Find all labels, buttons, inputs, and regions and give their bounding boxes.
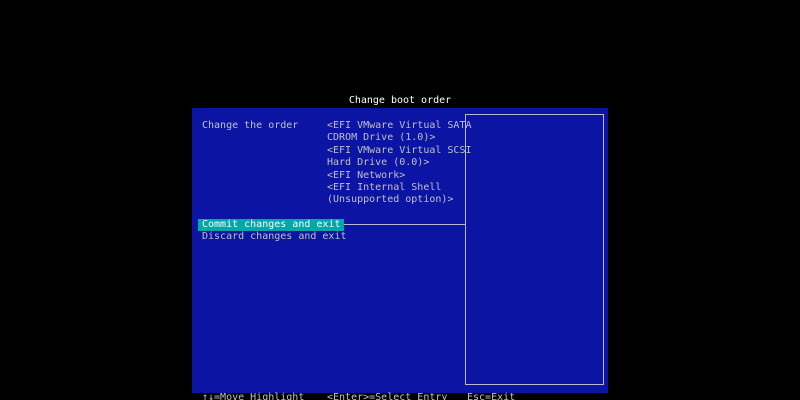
- page-title: Change boot order: [348, 95, 452, 106]
- boot-option-line[interactable]: <EFI Internal Shell: [327, 182, 472, 194]
- help-box: [465, 114, 604, 385]
- commit-changes-button[interactable]: Commit changes and exit: [198, 219, 345, 231]
- footer-help: ↑↓=Move Highlight <Enter>=Select Entry E…: [192, 392, 608, 400]
- change-order-label: Change the order: [202, 120, 299, 131]
- discard-changes-button[interactable]: Discard changes and exit: [198, 231, 351, 243]
- boot-order-list[interactable]: <EFI VMware Virtual SATA CDROM Drive (1.…: [327, 120, 472, 207]
- boot-option-line[interactable]: CDROM Drive (1.0)>: [327, 132, 472, 144]
- select-entry-hint: <Enter>=Select Entry: [327, 392, 448, 400]
- exit-hint: Esc=Exit: [467, 392, 516, 400]
- move-highlight-hint: ↑↓=Move Highlight: [202, 392, 305, 400]
- boot-option-line[interactable]: <EFI VMware Virtual SCSI: [327, 145, 472, 157]
- boot-option-line[interactable]: <EFI Network>: [327, 170, 472, 182]
- boot-option-line[interactable]: <EFI VMware Virtual SATA: [327, 120, 472, 132]
- boot-option-line[interactable]: Hard Drive (0.0)>: [327, 157, 472, 169]
- boot-option-line[interactable]: (Unsupported option)>: [327, 194, 472, 206]
